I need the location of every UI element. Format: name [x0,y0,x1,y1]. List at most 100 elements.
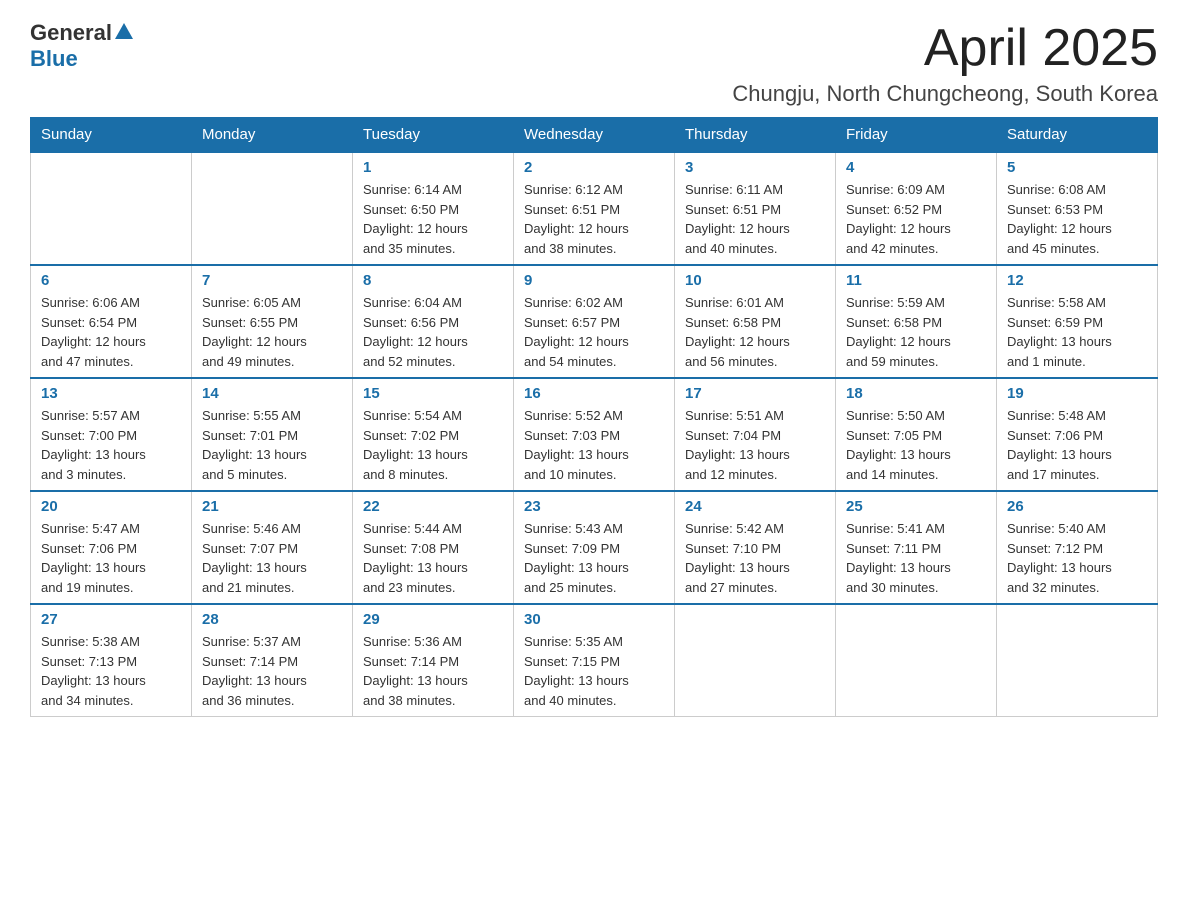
day-info: Sunrise: 6:04 AMSunset: 6:56 PMDaylight:… [363,293,503,371]
day-info: Sunrise: 6:02 AMSunset: 6:57 PMDaylight:… [524,293,664,371]
day-info: Sunrise: 5:55 AMSunset: 7:01 PMDaylight:… [202,406,342,484]
calendar-cell [997,604,1158,717]
week-row: 6 Sunrise: 6:06 AMSunset: 6:54 PMDaylight… [31,265,1158,378]
day-number: 28 [202,611,342,628]
day-info: Sunrise: 5:54 AMSunset: 7:02 PMDaylight:… [363,406,503,484]
calendar-cell: 2 Sunrise: 6:12 AMSunset: 6:51 PMDaylight… [514,152,675,265]
day-info: Sunrise: 6:05 AMSunset: 6:55 PMDaylight:… [202,293,342,371]
day-info: Sunrise: 6:09 AMSunset: 6:52 PMDaylight:… [846,180,986,258]
day-number: 19 [1007,385,1147,402]
calendar-cell: 18 Sunrise: 5:50 AMSunset: 7:05 PMDayligh… [836,378,997,491]
calendar-cell: 1 Sunrise: 6:14 AMSunset: 6:50 PMDaylight… [353,152,514,265]
day-number: 7 [202,272,342,289]
day-number: 6 [41,272,181,289]
weekday-header: Thursday [675,118,836,153]
calendar-cell [675,604,836,717]
calendar-cell [836,604,997,717]
calendar-table: SundayMondayTuesdayWednesdayThursdayFrid… [30,117,1158,717]
logo: General Blue [30,20,133,73]
day-info: Sunrise: 5:44 AMSunset: 7:08 PMDaylight:… [363,519,503,597]
day-info: Sunrise: 5:35 AMSunset: 7:15 PMDaylight:… [524,632,664,710]
page-header: General Blue April 2025 Chungju, North C… [30,20,1158,107]
weekday-header: Saturday [997,118,1158,153]
day-info: Sunrise: 5:36 AMSunset: 7:14 PMDaylight:… [363,632,503,710]
day-number: 18 [846,385,986,402]
day-info: Sunrise: 6:11 AMSunset: 6:51 PMDaylight:… [685,180,825,258]
day-info: Sunrise: 5:41 AMSunset: 7:11 PMDaylight:… [846,519,986,597]
calendar-cell: 30 Sunrise: 5:35 AMSunset: 7:15 PMDayligh… [514,604,675,717]
week-row: 1 Sunrise: 6:14 AMSunset: 6:50 PMDaylight… [31,152,1158,265]
week-row: 27 Sunrise: 5:38 AMSunset: 7:13 PMDayligh… [31,604,1158,717]
day-number: 13 [41,385,181,402]
day-number: 8 [363,272,503,289]
logo-general: General [30,20,133,45]
day-info: Sunrise: 6:08 AMSunset: 6:53 PMDaylight:… [1007,180,1147,258]
day-number: 1 [363,159,503,176]
day-number: 4 [846,159,986,176]
day-number: 23 [524,498,664,515]
day-info: Sunrise: 5:48 AMSunset: 7:06 PMDaylight:… [1007,406,1147,484]
calendar-cell: 5 Sunrise: 6:08 AMSunset: 6:53 PMDaylight… [997,152,1158,265]
calendar-cell: 21Sunrise: 5:46 AMSunset: 7:07 PMDayligh… [192,491,353,604]
calendar-cell [31,152,192,265]
day-number: 26 [1007,498,1147,515]
day-number: 16 [524,385,664,402]
calendar-cell: 25Sunrise: 5:41 AMSunset: 7:11 PMDayligh… [836,491,997,604]
calendar-cell: 11 Sunrise: 5:59 AMSunset: 6:58 PMDayligh… [836,265,997,378]
day-number: 22 [363,498,503,515]
day-info: Sunrise: 5:58 AMSunset: 6:59 PMDaylight:… [1007,293,1147,371]
calendar-cell: 19 Sunrise: 5:48 AMSunset: 7:06 PMDayligh… [997,378,1158,491]
calendar-cell: 20 Sunrise: 5:47 AMSunset: 7:06 PMDayligh… [31,491,192,604]
calendar-cell: 7 Sunrise: 6:05 AMSunset: 6:55 PMDaylight… [192,265,353,378]
calendar-cell: 6 Sunrise: 6:06 AMSunset: 6:54 PMDaylight… [31,265,192,378]
day-info: Sunrise: 5:59 AMSunset: 6:58 PMDaylight:… [846,293,986,371]
day-number: 27 [41,611,181,628]
day-info: Sunrise: 5:51 AMSunset: 7:04 PMDaylight:… [685,406,825,484]
day-number: 20 [41,498,181,515]
weekday-header: Friday [836,118,997,153]
week-row: 20 Sunrise: 5:47 AMSunset: 7:06 PMDayligh… [31,491,1158,604]
calendar-cell: 29 Sunrise: 5:36 AMSunset: 7:14 PMDayligh… [353,604,514,717]
calendar-cell: 26 Sunrise: 5:40 AMSunset: 7:12 PMDayligh… [997,491,1158,604]
day-number: 12 [1007,272,1147,289]
day-number: 3 [685,159,825,176]
day-info: Sunrise: 5:50 AMSunset: 7:05 PMDaylight:… [846,406,986,484]
day-info: Sunrise: 5:43 AMSunset: 7:09 PMDaylight:… [524,519,664,597]
day-info: Sunrise: 5:46 AMSunset: 7:07 PMDaylight:… [202,519,342,597]
location-title: Chungju, North Chungcheong, South Korea [732,81,1158,107]
title-area: April 2025 Chungju, North Chungcheong, S… [732,20,1158,107]
calendar-cell: 22 Sunrise: 5:44 AMSunset: 7:08 PMDayligh… [353,491,514,604]
day-info: Sunrise: 6:06 AMSunset: 6:54 PMDaylight:… [41,293,181,371]
week-row: 13Sunrise: 5:57 AMSunset: 7:00 PMDayligh… [31,378,1158,491]
calendar-cell: 9Sunrise: 6:02 AMSunset: 6:57 PMDaylight… [514,265,675,378]
day-number: 30 [524,611,664,628]
calendar-cell: 17 Sunrise: 5:51 AMSunset: 7:04 PMDayligh… [675,378,836,491]
day-info: Sunrise: 5:38 AMSunset: 7:13 PMDaylight:… [41,632,181,710]
weekday-header: Wednesday [514,118,675,153]
calendar-cell: 27 Sunrise: 5:38 AMSunset: 7:13 PMDayligh… [31,604,192,717]
logo-blue: Blue [30,46,133,72]
day-number: 11 [846,272,986,289]
weekday-header: Tuesday [353,118,514,153]
day-number: 14 [202,385,342,402]
day-number: 17 [685,385,825,402]
calendar-cell [192,152,353,265]
day-info: Sunrise: 6:14 AMSunset: 6:50 PMDaylight:… [363,180,503,258]
day-info: Sunrise: 5:37 AMSunset: 7:14 PMDaylight:… [202,632,342,710]
day-info: Sunrise: 5:40 AMSunset: 7:12 PMDaylight:… [1007,519,1147,597]
day-info: Sunrise: 5:47 AMSunset: 7:06 PMDaylight:… [41,519,181,597]
day-info: Sunrise: 6:12 AMSunset: 6:51 PMDaylight:… [524,180,664,258]
day-number: 2 [524,159,664,176]
calendar-cell: 3 Sunrise: 6:11 AMSunset: 6:51 PMDaylight… [675,152,836,265]
calendar-cell: 23 Sunrise: 5:43 AMSunset: 7:09 PMDayligh… [514,491,675,604]
calendar-cell: 4 Sunrise: 6:09 AMSunset: 6:52 PMDaylight… [836,152,997,265]
day-number: 29 [363,611,503,628]
calendar-cell: 12 Sunrise: 5:58 AMSunset: 6:59 PMDayligh… [997,265,1158,378]
day-info: Sunrise: 5:52 AMSunset: 7:03 PMDaylight:… [524,406,664,484]
day-number: 10 [685,272,825,289]
calendar-cell: 24Sunrise: 5:42 AMSunset: 7:10 PMDayligh… [675,491,836,604]
weekday-header-row: SundayMondayTuesdayWednesdayThursdayFrid… [31,118,1158,153]
day-number: 5 [1007,159,1147,176]
month-title: April 2025 [732,20,1158,77]
weekday-header: Sunday [31,118,192,153]
